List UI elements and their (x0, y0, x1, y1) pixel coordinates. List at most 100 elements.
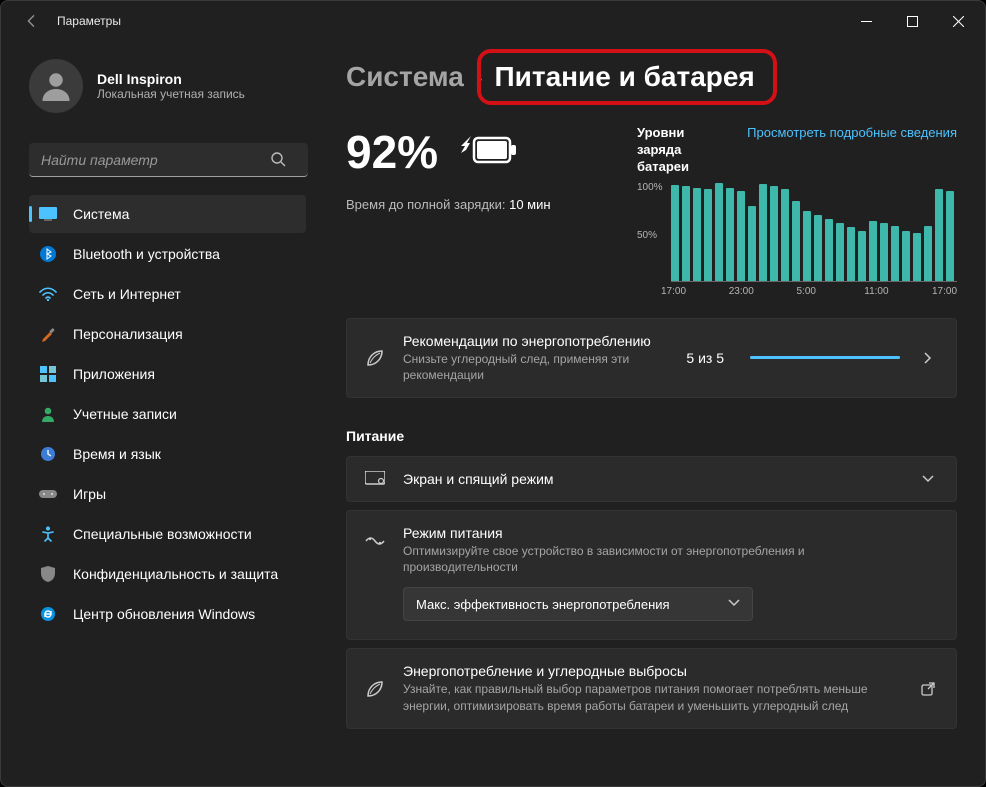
sidebar-item-personalization[interactable]: Персонализация (29, 315, 306, 353)
sidebar-item-gaming[interactable]: Игры (29, 475, 306, 513)
close-button[interactable] (935, 1, 981, 41)
back-button[interactable] (19, 9, 43, 33)
carbon-card[interactable]: Энергопотребление и углеродные выбросы У… (346, 648, 957, 728)
card-title: Экран и спящий режим (403, 471, 900, 487)
breadcrumb: Система › Питание и батарея (346, 61, 957, 93)
sidebar-item-label: Сеть и Интернет (73, 286, 181, 302)
sidebar-item-label: Время и язык (73, 446, 161, 462)
sidebar-item-label: Приложения (73, 366, 155, 382)
chart-bar (924, 226, 932, 281)
power-mode-icon (363, 533, 387, 549)
chart-bar (803, 211, 811, 281)
chart-bar (891, 226, 899, 281)
chart-bars (671, 182, 957, 282)
chart-bar (671, 185, 679, 281)
card-title: Рекомендации по энергопотреблению (403, 333, 670, 349)
chart-bar (748, 206, 756, 281)
chart-bar (880, 223, 888, 281)
chevron-down-icon (916, 473, 940, 485)
user-account-type: Локальная учетная запись (97, 87, 245, 101)
gamepad-icon (39, 485, 57, 503)
card-title: Энергопотребление и углеродные выбросы (403, 663, 900, 679)
apps-icon (39, 365, 57, 383)
sidebar-item-label: Bluetooth и устройства (73, 246, 220, 262)
chart-bar (946, 191, 954, 281)
y-tick: 100% (637, 182, 663, 193)
chart-area: 100% 50% 17:00 23:00 5:00 11:00 17:00 (637, 182, 957, 292)
sidebar-item-network[interactable]: Сеть и Интернет (29, 275, 306, 313)
sidebar-item-label: Учетные записи (73, 406, 177, 422)
sidebar: Dell Inspiron Локальная учетная запись С… (1, 41, 316, 786)
chart-bar (726, 188, 734, 281)
person-icon (39, 405, 57, 423)
y-tick: 50% (637, 230, 657, 241)
chart-bar (902, 231, 910, 281)
clock-icon (39, 445, 57, 463)
search-input[interactable] (29, 143, 308, 177)
maximize-button[interactable] (889, 1, 935, 41)
chart-bar (913, 233, 921, 281)
page-title: Питание и батарея (495, 61, 755, 93)
recommendations-card[interactable]: Рекомендации по энергопотреблению Снизьт… (346, 318, 957, 398)
screen-sleep-card[interactable]: Экран и спящий режим (346, 456, 957, 502)
screen-icon (363, 471, 387, 487)
sidebar-item-label: Специальные возможности (73, 526, 252, 542)
recommendations-progress-bar (750, 356, 900, 359)
sidebar-item-label: Центр обновления Windows (73, 606, 255, 622)
recommendations-progress-text: 5 из 5 (686, 350, 724, 366)
chart-bar (858, 231, 866, 281)
sidebar-item-update[interactable]: Центр обновления Windows (29, 595, 306, 633)
bluetooth-icon (39, 245, 57, 263)
main-content: Система › Питание и батарея 92% (316, 41, 985, 786)
window-title: Параметры (57, 14, 843, 28)
card-description: Узнайте, как правильный выбор параметров… (403, 681, 873, 713)
minimize-button[interactable] (843, 1, 889, 41)
sidebar-item-label: Система (73, 206, 129, 222)
leaf-icon (363, 678, 387, 700)
leaf-icon (363, 347, 387, 369)
chart-bar (869, 221, 877, 281)
chart-bar (935, 189, 943, 281)
user-name: Dell Inspiron (97, 71, 245, 87)
chart-bar (781, 189, 789, 281)
chart-bar (682, 186, 690, 281)
accessibility-icon (39, 525, 57, 543)
chart-details-link[interactable]: Просмотреть подробные сведения (747, 125, 957, 176)
update-icon (39, 605, 57, 623)
profile[interactable]: Dell Inspiron Локальная учетная запись (29, 59, 306, 113)
sidebar-item-accounts[interactable]: Учетные записи (29, 395, 306, 433)
card-description: Снизьте углеродный след, применяя эти ре… (403, 351, 670, 383)
chart-bar (825, 219, 833, 281)
chart-bar (737, 191, 745, 281)
chart-bar (770, 186, 778, 281)
search-icon (270, 151, 286, 172)
sidebar-item-label: Игры (73, 486, 106, 502)
x-ticks: 17:00 23:00 5:00 11:00 17:00 (661, 286, 957, 297)
search-box (29, 143, 306, 177)
sidebar-item-apps[interactable]: Приложения (29, 355, 306, 393)
battery-charging-icon (458, 125, 518, 179)
brush-icon (39, 325, 57, 343)
chart-bar (704, 189, 712, 281)
titlebar: Параметры (1, 1, 985, 41)
window-body: Dell Inspiron Локальная учетная запись С… (1, 41, 985, 786)
sidebar-item-time[interactable]: Время и язык (29, 435, 306, 473)
external-link-icon (916, 681, 940, 697)
annotation-highlight (477, 49, 777, 105)
card-title: Режим питания (403, 525, 940, 541)
avatar (29, 59, 83, 113)
sidebar-item-privacy[interactable]: Конфиденциальность и защита (29, 555, 306, 593)
power-mode-dropdown[interactable]: Макс. эффективность энергопотребления (403, 587, 753, 621)
sidebar-item-accessibility[interactable]: Специальные возможности (29, 515, 306, 553)
display-icon (39, 205, 57, 223)
breadcrumb-parent[interactable]: Система (346, 61, 464, 93)
sidebar-item-bluetooth[interactable]: Bluetooth и устройства (29, 235, 306, 273)
chart-bar (792, 201, 800, 281)
battery-percent: 92% (346, 125, 551, 179)
power-mode-card: Режим питания Оптимизируйте свое устройс… (346, 510, 957, 640)
sidebar-item-label: Конфиденциальность и защита (73, 566, 278, 582)
chart-bar (715, 183, 723, 281)
wifi-icon (39, 285, 57, 303)
battery-summary: 92% Время до полной зарядки: 10 мин Уров… (346, 125, 957, 292)
sidebar-item-system[interactable]: Система (29, 195, 306, 233)
